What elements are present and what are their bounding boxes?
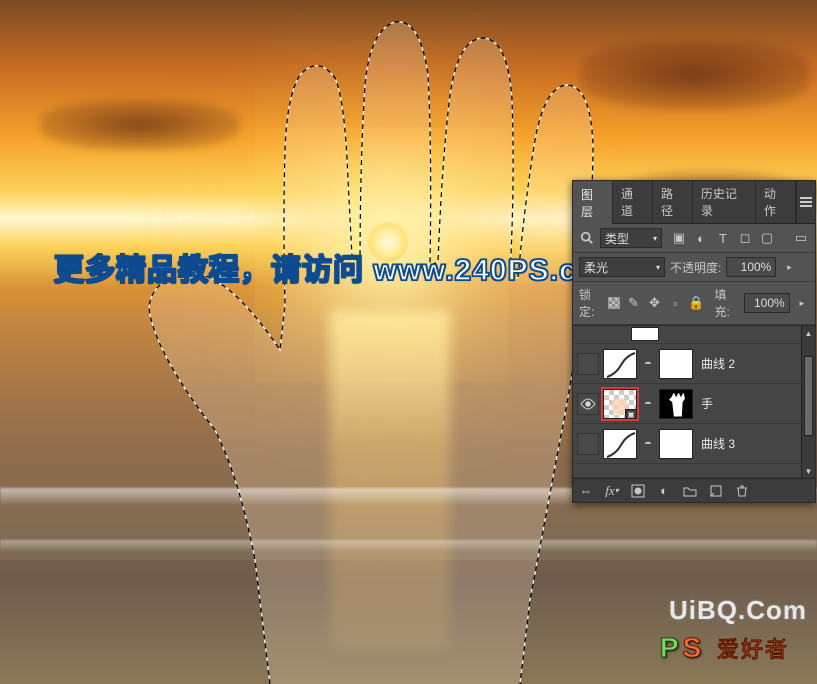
scroll-thumb[interactable]	[804, 356, 813, 436]
opacity-label: 不透明度:	[670, 259, 721, 276]
delete-layer-icon[interactable]	[733, 482, 751, 500]
scroll-down-icon[interactable]: ▼	[802, 464, 815, 478]
mask-thumbnail[interactable]	[659, 429, 693, 459]
lock-position-icon[interactable]: ✥	[646, 295, 662, 311]
chevron-down-icon[interactable]: ▸	[781, 259, 797, 275]
layer-row[interactable]: ▣ 手	[573, 384, 815, 424]
wave-foam	[0, 540, 817, 552]
add-mask-icon[interactable]	[629, 482, 647, 500]
lock-pixels-icon[interactable]: ✎	[625, 295, 641, 311]
mask-thumbnail[interactable]	[659, 389, 693, 419]
chevron-down-icon[interactable]: ▸	[795, 295, 809, 311]
visibility-toggle[interactable]	[577, 433, 599, 455]
filter-shape-icon[interactable]: ◻	[737, 230, 753, 246]
sun	[368, 222, 408, 262]
panel-menu-button[interactable]	[796, 181, 815, 223]
panel-tabbar: 图层 通道 路径 历史记录 动作	[573, 181, 815, 224]
opacity-input[interactable]: 100%	[726, 257, 776, 277]
tab-layers[interactable]: 图层	[573, 181, 613, 224]
lock-transparency-icon[interactable]	[608, 297, 620, 309]
tab-channels[interactable]: 通道	[613, 181, 653, 223]
blend-mode-select[interactable]: 柔光 ▾	[579, 257, 665, 277]
search-icon[interactable]	[579, 230, 595, 246]
layers-panel: 图层 通道 路径 历史记录 动作 类型 ▾ ▣ ◐ T ◻ ▢ ▭ 柔光	[572, 180, 816, 503]
chevron-down-icon: ▾	[653, 234, 657, 243]
filter-pixel-icon[interactable]: ▣	[671, 230, 687, 246]
scrollbar[interactable]: ▲ ▼	[801, 326, 815, 478]
blend-mode-value: 柔光	[584, 259, 608, 276]
lock-label: 锁定:	[579, 286, 603, 320]
tab-history[interactable]: 历史记录	[693, 181, 756, 223]
layers-list: ▲ ▼ 曲线 2 ▣	[573, 325, 815, 478]
lock-all-icon[interactable]: 🔒	[688, 295, 704, 311]
new-layer-icon[interactable]	[707, 482, 725, 500]
panel-footer: ⇔ fx▾ ◐	[573, 478, 815, 502]
filter-type-select[interactable]: 类型 ▾	[600, 228, 662, 248]
layer-thumbnail[interactable]: ▣	[603, 389, 637, 419]
cloud	[580, 40, 810, 110]
fill-value: 100%	[754, 296, 785, 310]
cloud	[40, 100, 240, 150]
mask-thumbnail[interactable]	[659, 349, 693, 379]
menu-icon	[800, 197, 812, 207]
layer-name[interactable]: 曲线 3	[701, 435, 811, 452]
filter-toggle-switch[interactable]: ▭	[793, 230, 809, 246]
lock-artboard-icon[interactable]: ▫	[667, 295, 683, 311]
link-icon	[641, 357, 655, 371]
filter-type-icon[interactable]: T	[715, 230, 731, 246]
lock-fill-row: 锁定: ✎ ✥ ▫ 🔒 填充: 100% ▸	[573, 282, 815, 325]
layer-filter-row: 类型 ▾ ▣ ◐ T ◻ ▢ ▭	[573, 224, 815, 253]
layer-thumbnail	[631, 327, 659, 341]
layer-row[interactable]: 曲线 3	[573, 424, 815, 464]
layer-name[interactable]: 曲线 2	[701, 355, 811, 372]
eye-icon	[580, 398, 596, 410]
opacity-value: 100%	[741, 260, 772, 274]
tab-actions[interactable]: 动作	[756, 181, 796, 223]
link-icon	[641, 437, 655, 451]
layer-row-partial[interactable]	[573, 464, 815, 478]
adjustment-thumbnail[interactable]	[603, 429, 637, 459]
tab-paths[interactable]: 路径	[653, 181, 693, 223]
layer-row[interactable]: 曲线 2	[573, 344, 815, 384]
new-group-icon[interactable]	[681, 482, 699, 500]
layer-row-partial[interactable]	[573, 326, 815, 344]
filter-type-label: 类型	[605, 230, 629, 247]
smart-object-badge-icon: ▣	[625, 409, 637, 419]
watermark-uibq: UiBQ.Com	[669, 595, 807, 626]
filter-adjustment-icon[interactable]: ◐	[693, 230, 709, 246]
fill-label: 填充:	[714, 286, 738, 320]
fill-input[interactable]: 100%	[744, 293, 790, 313]
layer-name[interactable]: 手	[701, 395, 811, 412]
visibility-toggle[interactable]	[577, 353, 599, 375]
visibility-toggle[interactable]	[577, 393, 599, 415]
link-icon	[641, 397, 655, 411]
new-adjustment-icon[interactable]: ◐	[655, 482, 673, 500]
filter-smart-icon[interactable]: ▢	[759, 230, 775, 246]
fx-icon[interactable]: fx▾	[603, 482, 621, 500]
scroll-up-icon[interactable]: ▲	[802, 326, 815, 340]
link-layers-icon[interactable]: ⇔	[577, 482, 595, 500]
adjustment-thumbnail[interactable]	[603, 349, 637, 379]
watermark-main: 更多精品教程，请访问 www.240PS.com	[54, 245, 624, 289]
watermark-ps: PS 爱好者	[660, 632, 789, 664]
chevron-down-icon: ▾	[656, 263, 660, 272]
blend-opacity-row: 柔光 ▾ 不透明度: 100% ▸	[573, 253, 815, 282]
